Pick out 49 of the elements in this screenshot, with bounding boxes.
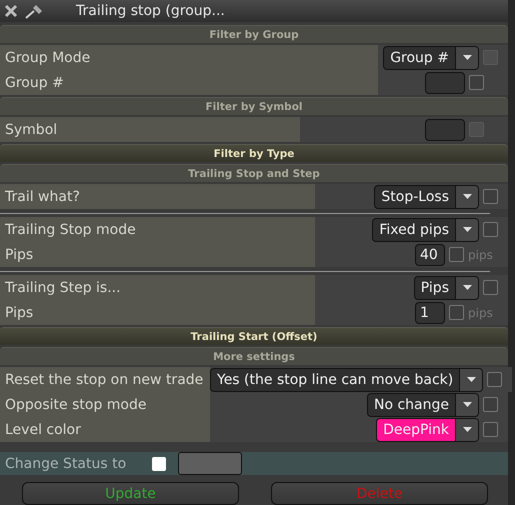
dropdown[interactable]: Group # [383, 46, 479, 70]
field-label: Group # [0, 70, 378, 95]
section-header: Trailing Stop and Step [0, 164, 508, 182]
field-label: Trailing Stop mode [0, 217, 315, 242]
checkbox[interactable] [483, 422, 498, 437]
caret-icon [462, 55, 472, 60]
section-header: Trailing Start (Offset) [0, 327, 508, 345]
dropdown[interactable]: No change [366, 392, 479, 416]
field-label: Trailing Step is... [0, 275, 315, 300]
caret-icon [462, 227, 472, 232]
window-title: Trailing stop (group... [76, 3, 225, 19]
field-label: Pips [0, 300, 315, 325]
field-label: Opposite stop mode [0, 392, 210, 417]
section-header: Filter by Symbol [0, 97, 508, 115]
field-label: Pips [0, 242, 315, 267]
dropdown[interactable]: Stop-Loss [374, 184, 479, 208]
input-field[interactable]: 40 [415, 244, 445, 266]
field-label: Group Mode [0, 45, 378, 70]
checkbox[interactable] [152, 456, 166, 470]
caret-icon [462, 427, 472, 432]
field-label: Symbol [0, 117, 300, 142]
dropdown[interactable]: Pips [414, 276, 479, 300]
checkbox[interactable] [483, 189, 498, 204]
checkbox[interactable] [449, 247, 464, 262]
field-label: Level color [0, 417, 210, 442]
caret-icon [466, 377, 476, 382]
section-header: Filter by Group [0, 25, 508, 43]
checkbox[interactable] [483, 222, 498, 237]
input-field[interactable] [425, 72, 465, 94]
input-field[interactable]: 1 [415, 302, 445, 324]
checkbox[interactable] [449, 305, 464, 320]
caret-icon [462, 402, 472, 407]
caret-icon [462, 194, 472, 199]
section-header: More settings [0, 347, 508, 365]
field-label: Trail what? [0, 184, 315, 209]
input-field[interactable] [425, 118, 465, 140]
section-header: Filter by Type [0, 144, 508, 162]
status-label: Change Status to [5, 456, 128, 472]
update-button[interactable]: Update [22, 482, 239, 505]
checkbox[interactable] [469, 75, 484, 90]
caret-icon [462, 285, 472, 290]
status-field[interactable] [178, 452, 242, 475]
dropdown[interactable]: Yes (the stop line can move back) [210, 368, 484, 392]
close-icon[interactable] [4, 4, 18, 18]
dropdown[interactable]: Fixed pips [372, 218, 479, 242]
checkbox[interactable] [483, 397, 498, 412]
field-label: Reset the stop on new trade [0, 367, 210, 392]
checkbox[interactable] [487, 372, 502, 387]
checkbox[interactable] [483, 280, 498, 295]
